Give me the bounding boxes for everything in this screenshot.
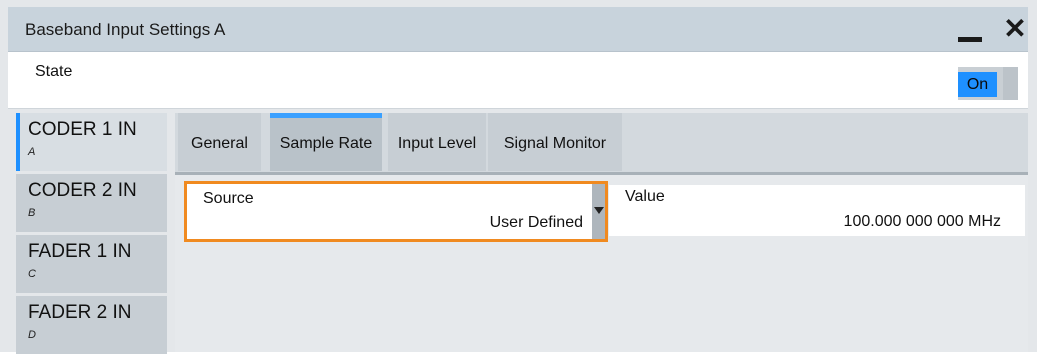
sidebar-item-fader-2-in[interactable]: FADER 2 IN D: [16, 296, 167, 354]
sidebar-item-label: CODER 2 IN: [28, 180, 137, 201]
sidebar-item-sublabel: B: [28, 207, 36, 219]
dialog-window: Baseband Input Settings A ✕ State On COD…: [0, 0, 1037, 354]
tab-label: Signal Monitor: [503, 135, 607, 152]
tab-label: Sample Rate: [279, 135, 373, 152]
tab-general[interactable]: General: [178, 113, 261, 171]
sidebar-item-sublabel: C: [28, 268, 36, 280]
toggle-on-label: On: [958, 72, 997, 97]
tab-label: General: [191, 135, 248, 152]
value-value: 100.000 000 000 MHz: [843, 213, 1001, 230]
tab-input-level[interactable]: Input Level: [388, 113, 486, 171]
tab-sample-rate[interactable]: Sample Rate: [270, 113, 382, 171]
minimize-button[interactable]: [954, 21, 986, 45]
sidebar: CODER 1 IN A CODER 2 IN B FADER 1 IN C F…: [8, 108, 168, 354]
sidebar-item-coder-1-in[interactable]: CODER 1 IN A: [16, 113, 167, 171]
source-dropdown[interactable]: Source User Defined: [184, 181, 608, 242]
tab-bar: General Sample Rate Input Level Signal M…: [175, 113, 1028, 175]
sidebar-item-coder-2-in[interactable]: CODER 2 IN B: [16, 174, 167, 232]
title-bar: Baseband Input Settings A ✕: [8, 7, 1028, 52]
source-label: Source: [203, 190, 254, 207]
sidebar-item-sublabel: D: [28, 329, 36, 341]
main-panel: General Sample Rate Input Level Signal M…: [175, 113, 1028, 352]
sidebar-item-fader-1-in[interactable]: FADER 1 IN C: [16, 235, 167, 293]
state-row: State On: [8, 52, 1028, 109]
tab-signal-monitor[interactable]: Signal Monitor: [488, 113, 622, 171]
toggle-knob: [1003, 67, 1018, 100]
tab-label: Input Level: [397, 135, 477, 152]
minimize-icon: [958, 37, 982, 42]
sidebar-item-label: CODER 1 IN: [28, 119, 137, 140]
value-field[interactable]: Value 100.000 000 000 MHz: [609, 185, 1025, 236]
sidebar-item-sublabel: A: [28, 146, 36, 158]
close-button[interactable]: ✕: [1001, 14, 1029, 44]
value-label: Value: [625, 188, 665, 205]
state-label: State: [35, 63, 73, 80]
chevron-down-icon: [592, 184, 605, 239]
source-value: User Defined: [489, 214, 583, 231]
window-title: Baseband Input Settings A: [25, 20, 226, 39]
close-icon: ✕: [1003, 13, 1027, 44]
sidebar-item-label: FADER 1 IN: [28, 241, 132, 262]
state-toggle[interactable]: On: [958, 67, 1018, 100]
tab-underline: [175, 172, 1028, 175]
sidebar-item-label: FADER 2 IN: [28, 302, 132, 323]
